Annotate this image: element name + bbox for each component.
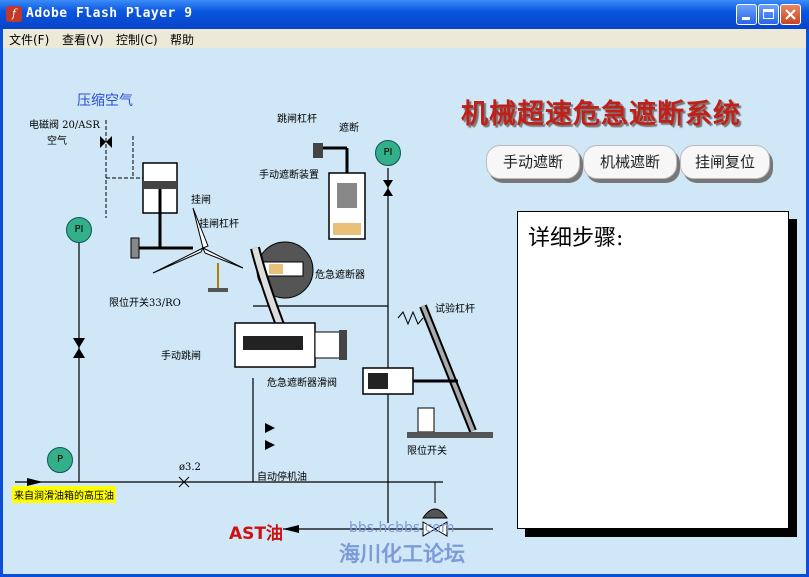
- solenoid-label: 电磁阀 20/ASR: [29, 120, 100, 131]
- window-title: Adobe Flash Player 9: [26, 6, 193, 21]
- title-bar: f Adobe Flash Player 9: [0, 0, 809, 29]
- source-label: 来自润滑油箱的高压油: [12, 486, 116, 503]
- manual-trip-handle-label: 手动跳闸: [161, 351, 201, 362]
- watermark-url: bbs.hcbbs.com: [349, 520, 455, 536]
- limit-switch2-label: 限位开关: [407, 446, 447, 457]
- source-arrow: [27, 478, 43, 486]
- minimize-icon: [742, 17, 750, 20]
- latch-lever-label: 挂闸杠杆: [199, 219, 239, 230]
- maximize-icon: [763, 9, 774, 19]
- flash-icon: f: [6, 6, 22, 22]
- latch-label: 挂闸: [191, 195, 211, 206]
- limit-switch-label: 限位开关33/RO: [109, 298, 181, 309]
- trip-label: 遮断: [339, 123, 359, 134]
- menu-file[interactable]: 文件(F): [9, 31, 49, 48]
- maximize-button[interactable]: [758, 4, 779, 25]
- auto-stop-oil-label: 自动停机油: [257, 472, 307, 483]
- flash-content: 压缩空气 电磁阀 20/ASR 空气 挂闸 挂闸杠杆 限位开关33/RO 跳闸杠…: [3, 48, 806, 574]
- test-lever-label: 试验杠杆: [435, 304, 475, 315]
- emergency-trip-label: 危急遮断器: [315, 270, 365, 281]
- watermark-name: 海川化工论坛: [339, 542, 465, 566]
- ast-oil-label: AST油: [229, 524, 283, 544]
- compressed-air-label: 压缩空气: [77, 93, 133, 109]
- solenoid-valve-icon: [100, 136, 106, 148]
- detail-steps-title: 详细步骤:: [528, 226, 624, 251]
- mechanical-trip-button[interactable]: 机械遮断: [583, 145, 677, 179]
- manual-trip-button[interactable]: 手动遮断: [486, 145, 580, 179]
- pressure-indicator-left: PI: [66, 217, 92, 243]
- menu-help[interactable]: 帮助: [170, 31, 194, 48]
- menu-control[interactable]: 控制(C): [116, 31, 158, 48]
- menu-bar: 文件(F) 查看(V) 控制(C) 帮助: [3, 29, 806, 48]
- system-title: 机械超速危急遮断系统: [461, 99, 741, 130]
- flash-player-window: f Adobe Flash Player 9 文件(F) 查看(V) 控制(C)…: [0, 0, 809, 577]
- menu-view[interactable]: 查看(V): [62, 31, 104, 48]
- detail-steps-panel: 详细步骤:: [517, 211, 789, 529]
- orifice-label: ø3.2: [179, 462, 201, 473]
- pressure-gauge: P: [47, 447, 73, 473]
- air-label: 空气: [47, 136, 67, 147]
- latch-reset-button[interactable]: 挂闸复位: [680, 145, 770, 179]
- close-icon: [785, 9, 796, 20]
- manual-trip-device-label: 手动遮断装置: [259, 170, 319, 181]
- minimize-button[interactable]: [736, 4, 757, 25]
- trip-lever-label: 跳闸杠杆: [277, 114, 317, 125]
- close-button[interactable]: [780, 4, 801, 25]
- pressure-indicator-right: PI: [375, 140, 401, 166]
- check-valve-icon: [73, 338, 85, 348]
- ast-arrow: [283, 525, 299, 533]
- trip-valve-label: 危急遮断器滑阀: [267, 378, 337, 389]
